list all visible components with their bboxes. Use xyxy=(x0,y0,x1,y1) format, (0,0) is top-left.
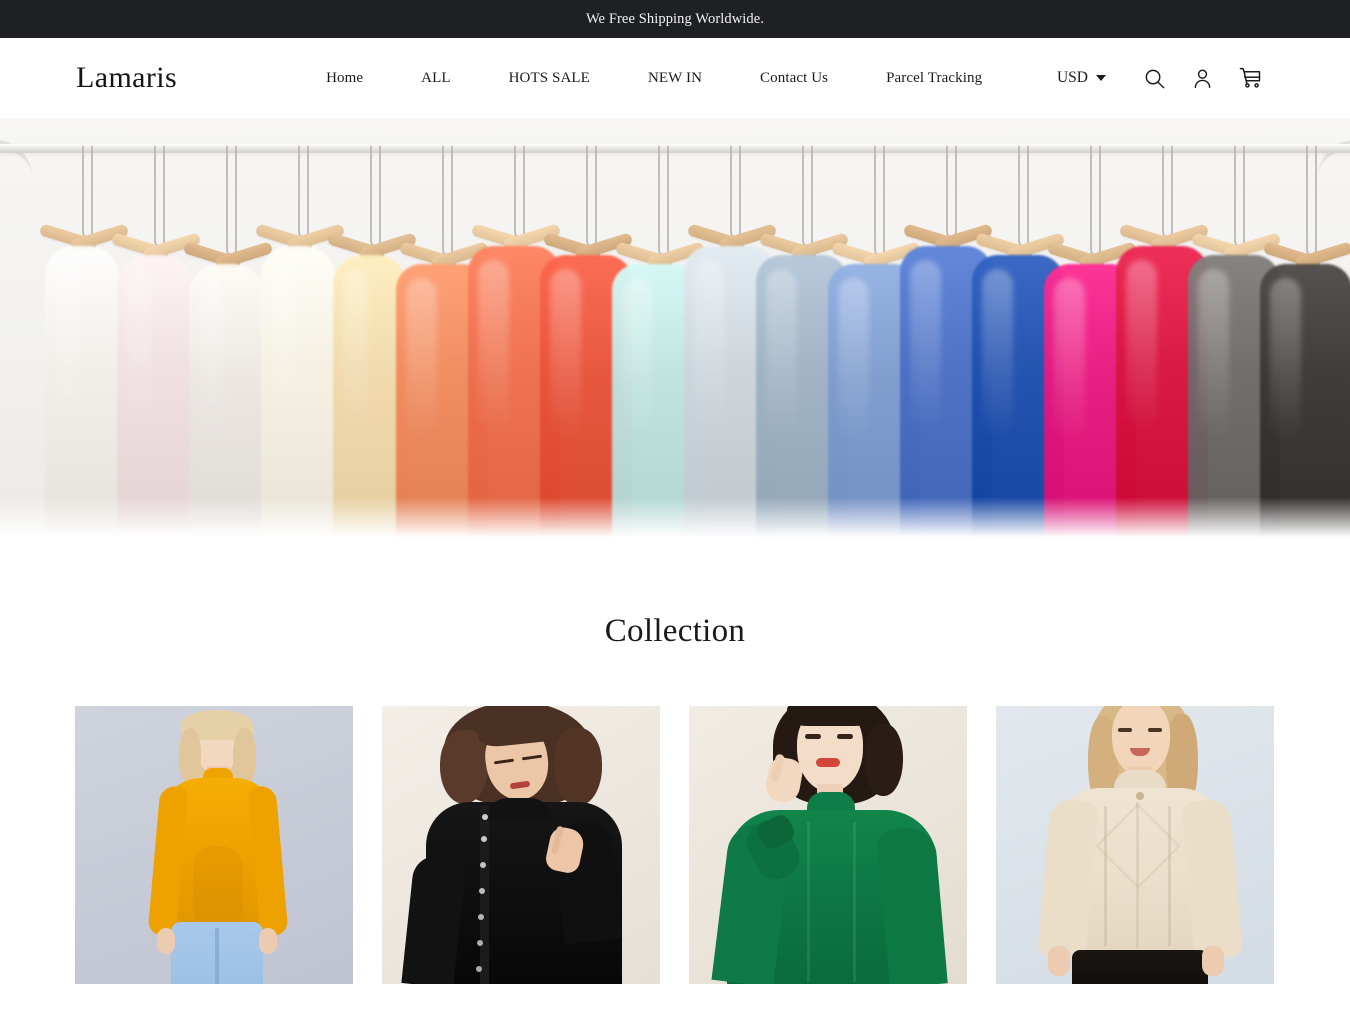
rack-curve-left xyxy=(0,140,32,290)
product-image xyxy=(382,706,660,984)
hanger-hook xyxy=(154,146,165,247)
nav-item-parcel-tracking[interactable]: Parcel Tracking xyxy=(857,70,1011,87)
search-button[interactable] xyxy=(1130,54,1178,102)
account-button[interactable] xyxy=(1178,54,1226,102)
chevron-down-icon xyxy=(1096,75,1106,81)
nav-item-contact-us[interactable]: Contact Us xyxy=(731,70,857,87)
garment-highlight xyxy=(478,260,510,435)
hanger-hook xyxy=(298,146,309,238)
garment-highlight xyxy=(1054,278,1086,443)
hanger-hook xyxy=(514,146,525,238)
product-image xyxy=(996,706,1274,984)
hanger-hook xyxy=(874,146,885,256)
nav-item-home[interactable]: Home xyxy=(297,70,392,87)
garment-highlight xyxy=(406,278,438,443)
announcement-bar: We Free Shipping Worldwide. xyxy=(0,0,1350,38)
search-icon xyxy=(1145,69,1164,88)
announcement-text: We Free Shipping Worldwide. xyxy=(585,10,765,27)
hanger-hook xyxy=(730,146,741,238)
main-navigation: Home ALL HOTS SALE NEW IN Contact Us Par… xyxy=(297,70,1011,87)
product-card-green-mock-neck-sweater[interactable] xyxy=(689,706,967,984)
product-card-black-button-cardigan[interactable] xyxy=(382,706,660,984)
nav-item-hots-sale[interactable]: HOTS SALE xyxy=(480,70,619,87)
hanger-hook xyxy=(586,146,597,247)
product-card-mustard-turtleneck-sweater[interactable] xyxy=(75,706,353,984)
header-actions: USD xyxy=(1057,54,1274,102)
hero-image xyxy=(0,118,1350,543)
product-card-cream-cable-knit-turtleneck[interactable] xyxy=(996,706,1274,984)
garment-highlight xyxy=(982,269,1014,439)
garment-highlight xyxy=(271,260,297,435)
hanger-hook xyxy=(370,146,381,247)
nav-item-new-in[interactable]: NEW IN xyxy=(619,70,731,87)
collection-section: Collection xyxy=(0,543,1350,984)
garment-highlight xyxy=(622,278,654,443)
currency-selector[interactable]: USD xyxy=(1057,69,1130,87)
site-header: Lamaris Home ALL HOTS SALE NEW IN Contac… xyxy=(0,38,1350,118)
product-grid xyxy=(0,706,1350,984)
collection-title: Collection xyxy=(604,613,746,649)
garment-highlight xyxy=(343,269,369,439)
garment-highlight xyxy=(910,260,942,435)
garment-highlight xyxy=(694,260,726,435)
hanger-hook xyxy=(442,146,453,256)
garment-highlight xyxy=(838,278,870,443)
garment-highlight xyxy=(127,269,153,439)
currency-value: USD xyxy=(1056,69,1088,86)
garment-highlight xyxy=(1270,278,1302,443)
hero-banner[interactable] xyxy=(0,118,1350,543)
hanger-hook xyxy=(802,146,813,247)
rack-bar xyxy=(0,144,1350,153)
site-logo[interactable]: Lamaris xyxy=(76,61,177,95)
product-image xyxy=(689,706,967,984)
hanger-hook xyxy=(82,146,93,238)
nav-item-all[interactable]: ALL xyxy=(392,70,479,87)
garment-highlight xyxy=(766,269,798,439)
garment-highlight xyxy=(199,278,225,443)
garment-highlight xyxy=(1198,269,1230,439)
hanger-hook xyxy=(1018,146,1029,247)
garment-highlight xyxy=(1126,260,1158,435)
cart-button[interactable] xyxy=(1226,54,1274,102)
hanger-hook xyxy=(226,146,237,256)
hanger-hook xyxy=(658,146,669,256)
garment-highlight xyxy=(55,260,81,435)
garment-highlight xyxy=(550,269,582,439)
hanger-hook xyxy=(1234,146,1245,247)
cart-icon xyxy=(1239,67,1261,88)
hanger-hook xyxy=(1306,146,1317,256)
account-icon xyxy=(1194,69,1210,88)
hanger-hook xyxy=(1090,146,1101,256)
product-image xyxy=(75,706,353,984)
hanger-hook xyxy=(946,146,957,238)
hanger-hook xyxy=(1162,146,1173,238)
